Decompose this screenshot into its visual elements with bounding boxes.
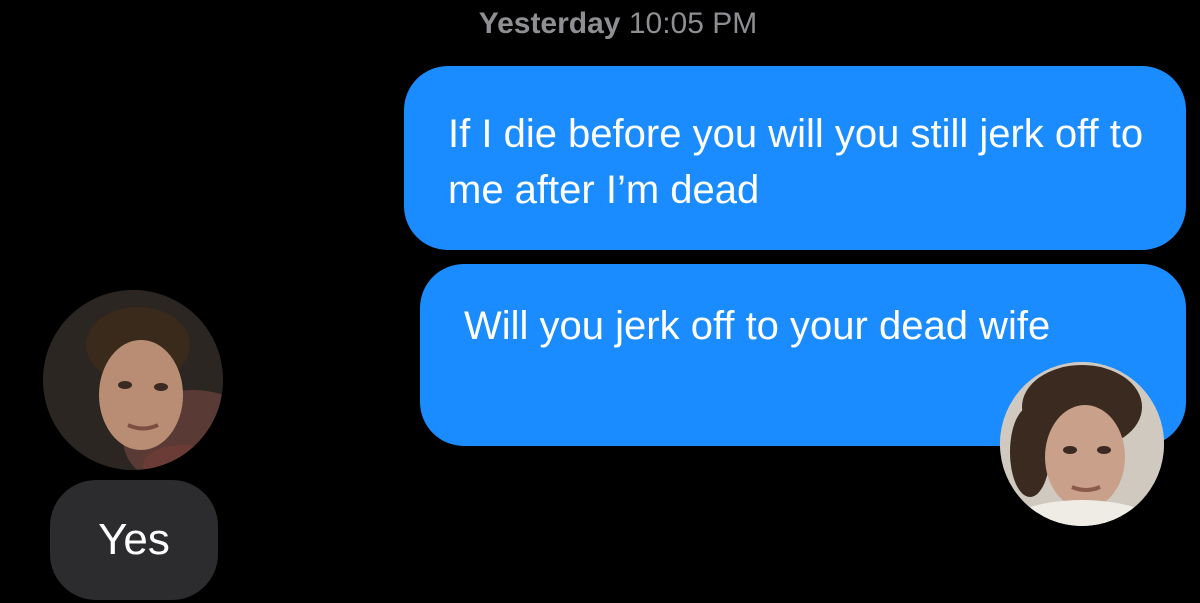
my-avatar[interactable] (1000, 362, 1164, 526)
incoming-message-bubble[interactable]: Yes (50, 480, 218, 600)
conversation-timestamp: Yesterday 10:05 PM (0, 6, 1200, 42)
contact-avatar[interactable] (43, 290, 223, 470)
outgoing-message-bubble[interactable]: If I die before you will you still jerk … (404, 66, 1186, 250)
timestamp-day: Yesterday (478, 7, 621, 40)
timestamp-time: 10:05 PM (628, 7, 758, 40)
contact-avatar-photo (43, 290, 223, 470)
my-avatar-photo (1000, 362, 1164, 526)
